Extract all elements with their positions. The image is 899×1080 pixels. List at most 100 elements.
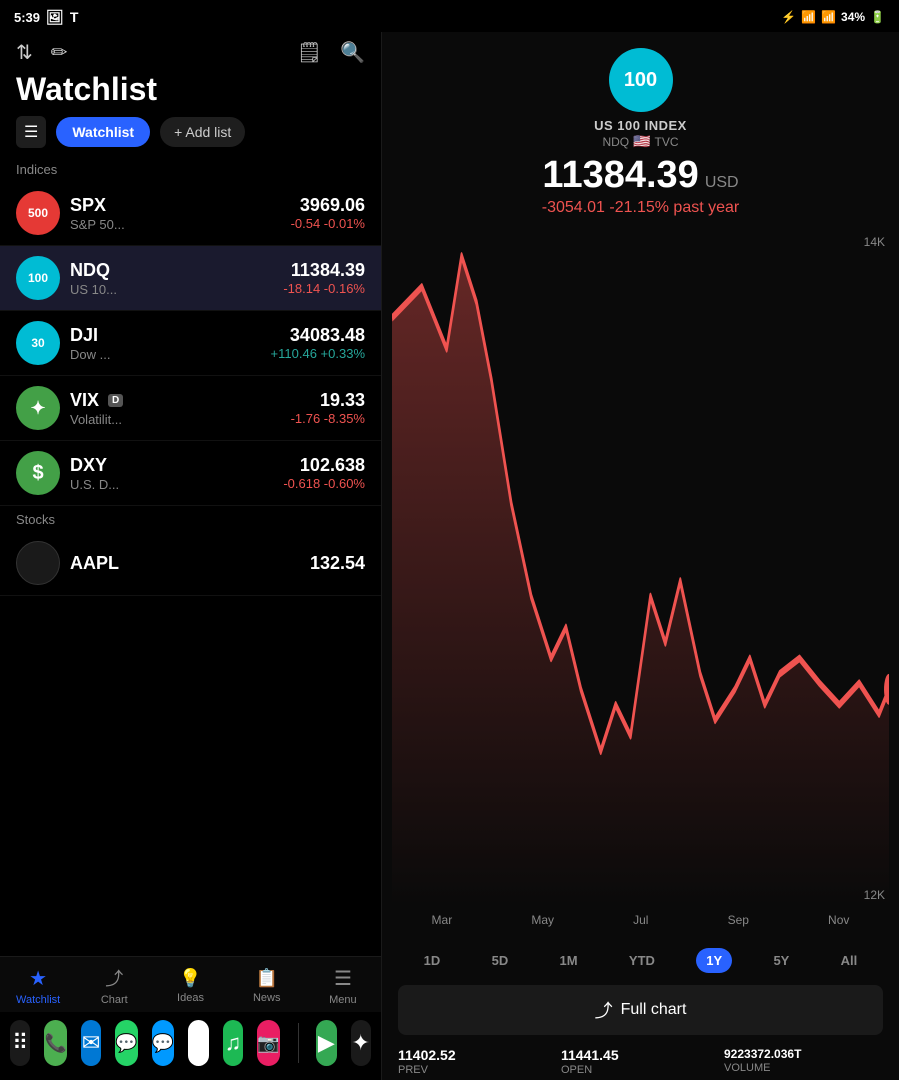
status-right: ⚡ 📶 📶 34% 🔋 — [781, 10, 885, 24]
x-label-may: May — [531, 913, 554, 927]
index-change: -3054.01 -21.15% past year — [542, 199, 739, 217]
index-currency: USD — [705, 174, 739, 192]
app-dock: ⠿ 📞 ✉ 💬 💬 ◎ ♫ 📷 ▶ ✦ — [0, 1012, 381, 1080]
full-chart-button[interactable]: ⤴ Full chart — [398, 985, 883, 1035]
index-provider: NDQ 🇺🇸 TVC — [602, 133, 678, 150]
provider-code: NDQ — [602, 135, 629, 149]
flag-icon: 🇺🇸 — [633, 133, 650, 150]
signal-icon: 📶 — [821, 10, 836, 24]
spx-badge: 500 — [16, 191, 60, 235]
time-5d[interactable]: 5D — [482, 948, 519, 973]
stat-volume: 9223372.036T VOLUME — [724, 1047, 883, 1076]
time-all[interactable]: All — [831, 948, 868, 973]
dock-outlook[interactable]: ✉ — [81, 1020, 101, 1066]
stock-list: 500 SPX S&P 50... 3969.06 -0.54 -0.01% 1… — [0, 181, 381, 956]
edit-icon[interactable]: ✏ — [51, 40, 68, 65]
volume-value: 9223372.036T — [724, 1047, 883, 1061]
nav-menu-label: Menu — [329, 994, 357, 1006]
dxy-change: -0.618 -0.60% — [283, 476, 365, 491]
notifications-icon[interactable]: 🗒 — [297, 40, 322, 65]
aapl-badge — [16, 541, 60, 585]
status-icon-tesla: T — [70, 9, 79, 25]
dxy-name: DXY — [70, 455, 283, 476]
index-badge: 100 — [609, 48, 673, 112]
tab-menu-icon[interactable]: ☰ — [16, 116, 46, 148]
list-item[interactable]: 30 DJI Dow ... 34083.48 +110.46 +0.33% — [0, 311, 381, 376]
provider-suffix: TVC — [655, 135, 679, 149]
page-title: Watchlist — [0, 69, 381, 116]
time-ytd[interactable]: YTD — [619, 948, 665, 973]
nav-ideas[interactable]: 💡 Ideas — [152, 957, 228, 1012]
ndq-change: -18.14 -0.16% — [283, 281, 365, 296]
vix-sub: Volatilit... — [70, 412, 291, 427]
time-1d[interactable]: 1D — [414, 948, 451, 973]
nav-watchlist[interactable]: ★ Watchlist — [0, 957, 76, 1012]
aapl-name: AAPL — [70, 553, 310, 574]
wifi-icon: 📶 — [801, 10, 816, 24]
ndq-price: 11384.39 — [283, 260, 365, 281]
nav-watchlist-label: Watchlist — [16, 994, 60, 1006]
dock-chrome[interactable]: ◎ — [188, 1020, 208, 1066]
list-item[interactable]: 100 NDQ US 10... 11384.39 -18.14 -0.16% — [0, 246, 381, 311]
x-label-sep: Sep — [728, 913, 749, 927]
sort-icon[interactable]: ⇅ — [16, 40, 33, 65]
ndq-badge: 100 — [16, 256, 60, 300]
dock-grid[interactable]: ⠿ — [10, 1020, 30, 1066]
x-label-nov: Nov — [828, 913, 849, 927]
vix-name: VIX D — [70, 390, 291, 411]
nav-menu[interactable]: ☰ Menu — [305, 957, 381, 1012]
left-panel: ⇅ ✏ 🗒 🔍 Watchlist ☰ Watchlist + Add list… — [0, 32, 382, 1080]
vix-price: 19.33 — [291, 390, 365, 411]
x-label-mar: Mar — [432, 913, 453, 927]
watchlist-toolbar: ⇅ ✏ 🗒 🔍 — [0, 32, 381, 69]
dock-phone[interactable]: 📞 — [44, 1020, 66, 1066]
time-1y[interactable]: 1Y — [696, 948, 732, 973]
dock-messenger[interactable]: 💬 — [152, 1020, 174, 1066]
nav-chart-label: Chart — [101, 994, 128, 1006]
aapl-price: 132.54 — [310, 553, 365, 574]
dji-sub: Dow ... — [70, 347, 271, 362]
nav-ideas-label: Ideas — [177, 992, 204, 1004]
open-label: OPEN — [561, 1064, 720, 1076]
list-item[interactable]: $ DXY U.S. D... 102.638 -0.618 -0.60% — [0, 441, 381, 506]
dxy-price: 102.638 — [283, 455, 365, 476]
watchlist-tabs: ☰ Watchlist + Add list — [0, 116, 381, 156]
bluetooth-icon: ⚡ — [781, 10, 796, 24]
section-indices: Indices — [0, 156, 381, 181]
time-1m[interactable]: 1M — [550, 948, 588, 973]
tab-watchlist[interactable]: Watchlist — [56, 117, 150, 147]
time-range-selector: 1D 5D 1M YTD 1Y 5Y All — [382, 942, 899, 979]
status-left: 5:39 🖼 T — [14, 9, 78, 26]
list-item[interactable]: ✦ VIX D Volatilit... 19.33 -1.76 -8.35% — [0, 376, 381, 441]
tab-add-list[interactable]: + Add list — [160, 117, 245, 147]
chart-y-labels: 14K 12K — [864, 235, 885, 902]
dock-spotify[interactable]: ♫ — [223, 1020, 243, 1066]
status-time: 5:39 — [14, 10, 40, 25]
menu-nav-icon: ☰ — [334, 966, 352, 991]
dock-play[interactable]: ▶ — [316, 1020, 336, 1066]
nav-news[interactable]: 📋 News — [229, 957, 305, 1012]
vix-badge: ✦ — [16, 386, 60, 430]
list-item[interactable]: 500 SPX S&P 50... 3969.06 -0.54 -0.01% — [0, 181, 381, 246]
x-label-jul: Jul — [633, 913, 648, 927]
prev-label: PREV — [398, 1064, 557, 1076]
dji-badge: 30 — [16, 321, 60, 365]
nav-chart[interactable]: ⤴ Chart — [76, 957, 152, 1012]
list-item[interactable]: AAPL 132.54 — [0, 531, 381, 596]
time-5y[interactable]: 5Y — [763, 948, 799, 973]
section-stocks: Stocks — [0, 506, 381, 531]
dock-camera[interactable]: 📷 — [257, 1020, 279, 1066]
ndq-name: NDQ — [70, 260, 283, 281]
spx-sub: S&P 50... — [70, 217, 291, 232]
dock-whatsapp[interactable]: 💬 — [115, 1020, 137, 1066]
dock-dark[interactable]: ✦ — [351, 1020, 371, 1066]
index-price: 11384.39 — [542, 154, 698, 197]
nav-news-label: News — [253, 992, 281, 1004]
stats-row: 11402.52 PREV 11441.45 OPEN 9223372.036T… — [382, 1041, 899, 1080]
y-label-14k: 14K — [864, 235, 885, 249]
spx-name: SPX — [70, 195, 291, 216]
dxy-badge: $ — [16, 451, 60, 495]
search-icon[interactable]: 🔍 — [340, 40, 365, 65]
stat-open: 11441.45 OPEN — [561, 1047, 720, 1076]
chart-container: 14K 12K Mar May Jul — [382, 225, 899, 942]
